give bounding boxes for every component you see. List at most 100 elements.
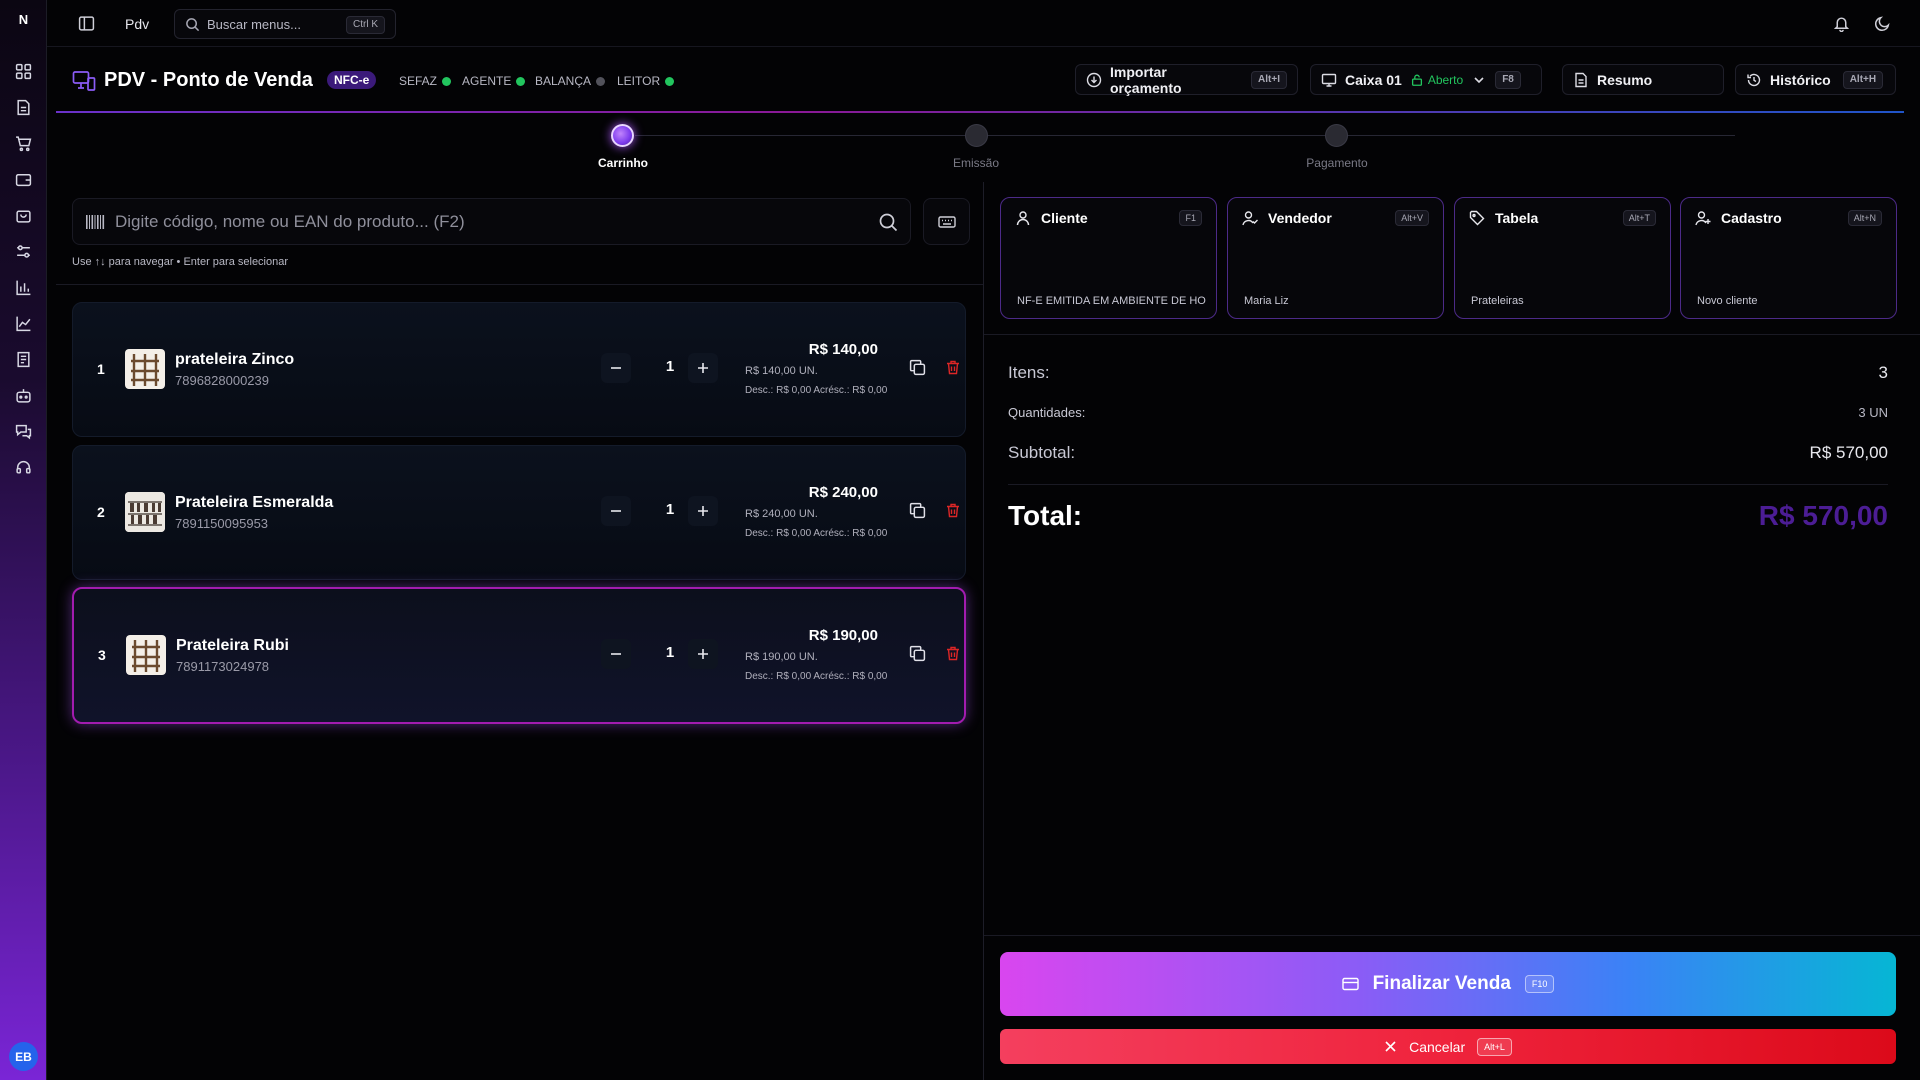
dashboard-icon[interactable] <box>15 63 32 80</box>
duplicate-item-icon[interactable] <box>909 645 926 662</box>
cart-item-unit-price: R$ 190,00 UN. <box>745 651 818 663</box>
cart-item-name: prateleira Zinco <box>175 351 295 368</box>
subtotal-divider <box>1008 484 1888 485</box>
bag-icon[interactable] <box>15 207 32 224</box>
status-label: LEITOR <box>617 74 661 88</box>
caixa-shortcut: F8 <box>1495 70 1521 89</box>
summary-total-value: R$ 570,00 <box>1758 500 1888 531</box>
summary-subtotal-row: Subtotal: R$ 570,00 <box>1008 443 1888 469</box>
plus-icon <box>698 363 708 373</box>
import-quote-button[interactable]: Importar orçamento Alt+I <box>1075 64 1298 96</box>
resumo-button[interactable]: Resumo <box>1562 64 1724 95</box>
status-leitor: LEITOR <box>617 74 675 88</box>
tabela-card[interactable]: Tabela Alt+T Prateleiras <box>1454 197 1671 319</box>
cart-item[interactable]: 1 prateleira Zinco 7896828000239 1 R$ 14… <box>72 302 966 437</box>
search-icon <box>185 17 200 32</box>
cart-item-unit-price: R$ 140,00 UN. <box>745 365 818 377</box>
document-icon[interactable] <box>15 99 32 116</box>
historico-label: Histórico <box>1770 71 1831 88</box>
wallet-icon[interactable] <box>15 171 32 188</box>
cliente-card[interactable]: Cliente F1 NF-E EMITIDA EM AMBIENTE DE H… <box>1000 197 1217 319</box>
actions-divider <box>984 935 1920 936</box>
increase-qty-button[interactable] <box>688 353 718 383</box>
step-carrinho-label[interactable]: Carrinho <box>563 156 683 170</box>
left-rail: N EB <box>0 0 47 1080</box>
cart-item-ean: 7891150095953 <box>175 516 269 531</box>
area-chart-icon[interactable] <box>15 315 32 332</box>
cart-item-qty[interactable]: 1 <box>650 644 690 661</box>
cadastro-card-title: Cadastro <box>1721 210 1782 226</box>
search-icon[interactable] <box>878 212 898 232</box>
finalize-sale-shortcut: F10 <box>1524 975 1555 993</box>
cart-icon[interactable] <box>15 135 32 152</box>
bar-chart-icon[interactable] <box>15 279 32 296</box>
status-balanca: BALANÇA <box>535 74 606 88</box>
cart-panel: Digite código, nome ou EAN do produto...… <box>56 182 984 1080</box>
keyboard-icon <box>938 214 956 230</box>
caixa-status-label: Aberto <box>1427 72 1464 87</box>
cart-item-index: 3 <box>98 647 106 663</box>
cliente-card-shortcut: F1 <box>1179 210 1202 226</box>
decrease-qty-button[interactable] <box>601 639 631 669</box>
step-carrinho-dot[interactable] <box>611 124 634 147</box>
tabela-card-value: Prateleiras <box>1471 295 1524 307</box>
vendedor-card[interactable]: Vendedor Alt+V Maria Liz <box>1227 197 1444 319</box>
sidebar-toggle-icon[interactable] <box>78 15 95 32</box>
cart-item-total: R$ 140,00 <box>808 341 878 358</box>
cart-item-total: R$ 240,00 <box>808 484 878 501</box>
summary-qtd-value: 3 UN <box>1858 405 1888 420</box>
menu-search-input[interactable]: Buscar menus... Ctrl K <box>174 9 396 39</box>
cart-item-qty[interactable]: 1 <box>650 501 690 518</box>
decrease-qty-button[interactable] <box>601 353 631 383</box>
historico-button[interactable]: Histórico Alt+H <box>1735 64 1896 95</box>
search-hint: Use ↑↓ para navegar • Enter para selecio… <box>72 256 289 268</box>
remove-item-icon[interactable] <box>945 502 961 519</box>
remove-item-icon[interactable] <box>945 645 961 662</box>
increase-qty-button[interactable] <box>688 639 718 669</box>
cart-item-qty[interactable]: 1 <box>650 358 690 375</box>
cadastro-card-shortcut: Alt+N <box>1847 210 1882 226</box>
headset-icon[interactable] <box>15 459 32 476</box>
duplicate-item-icon[interactable] <box>909 359 926 376</box>
decrease-qty-button[interactable] <box>601 496 631 526</box>
increase-qty-button[interactable] <box>688 496 718 526</box>
menu-search-shortcut: Ctrl K <box>346 16 385 34</box>
download-circle-icon <box>1086 72 1102 88</box>
finalize-sale-button[interactable]: Finalizar Venda F10 <box>1000 952 1896 1016</box>
virtual-keyboard-button[interactable] <box>923 198 970 245</box>
step-emissao-dot[interactable] <box>965 124 988 147</box>
top-bar: Pdv Buscar menus... Ctrl K <box>47 0 1920 47</box>
summary-itens-label: Itens: <box>1008 363 1050 382</box>
receipt-icon[interactable] <box>15 351 32 368</box>
bot-icon[interactable] <box>15 387 32 404</box>
status-dot <box>665 76 675 86</box>
cliente-card-title: Cliente <box>1041 210 1088 226</box>
chat-icon[interactable] <box>15 423 32 440</box>
caixa-label: Caixa 01 <box>1345 71 1402 88</box>
cart-item-unit-price: R$ 240,00 UN. <box>745 508 818 520</box>
user-avatar[interactable]: EB <box>9 1042 38 1071</box>
cancel-sale-button[interactable]: Cancelar Alt+L <box>1000 1029 1896 1064</box>
step-emissao-label[interactable]: Emissão <box>916 156 1036 170</box>
cliente-card-value: NF-E EMITIDA EM AMBIENTE DE HO <box>1017 295 1206 307</box>
notifications-bell-icon[interactable] <box>1833 15 1850 32</box>
cards-divider <box>984 334 1920 335</box>
duplicate-item-icon[interactable] <box>909 502 926 519</box>
theme-toggle-moon-icon[interactable] <box>1874 15 1891 32</box>
cadastro-card[interactable]: Cadastro Alt+N Novo cliente <box>1680 197 1897 319</box>
minus-icon <box>611 510 621 512</box>
remove-item-icon[interactable] <box>945 359 961 376</box>
cart-item[interactable]: 2 Prateleira Esmeralda 7891150095953 1 R… <box>72 445 966 580</box>
step-pagamento-dot[interactable] <box>1325 124 1348 147</box>
product-search-input[interactable]: Digite código, nome ou EAN do produto...… <box>72 198 911 245</box>
cart-item-index: 1 <box>97 361 105 377</box>
sliders-icon[interactable] <box>15 243 32 260</box>
step-pagamento-label[interactable]: Pagamento <box>1277 156 1397 170</box>
app-logo[interactable]: N <box>0 12 47 27</box>
cart-item-name: Prateleira Esmeralda <box>175 494 334 511</box>
pdv-header: PDV - Ponto de Venda NFC-e SEFAZ AGENTE … <box>56 62 1904 112</box>
summary-total-row: Total: R$ 570,00 <box>1008 500 1888 540</box>
caixa-selector[interactable]: Caixa 01 Aberto F8 <box>1310 64 1542 95</box>
chevron-down-icon[interactable] <box>1471 72 1487 88</box>
cart-item-selected[interactable]: 3 Prateleira Rubi 7891173024978 1 R$ 190… <box>72 587 966 724</box>
